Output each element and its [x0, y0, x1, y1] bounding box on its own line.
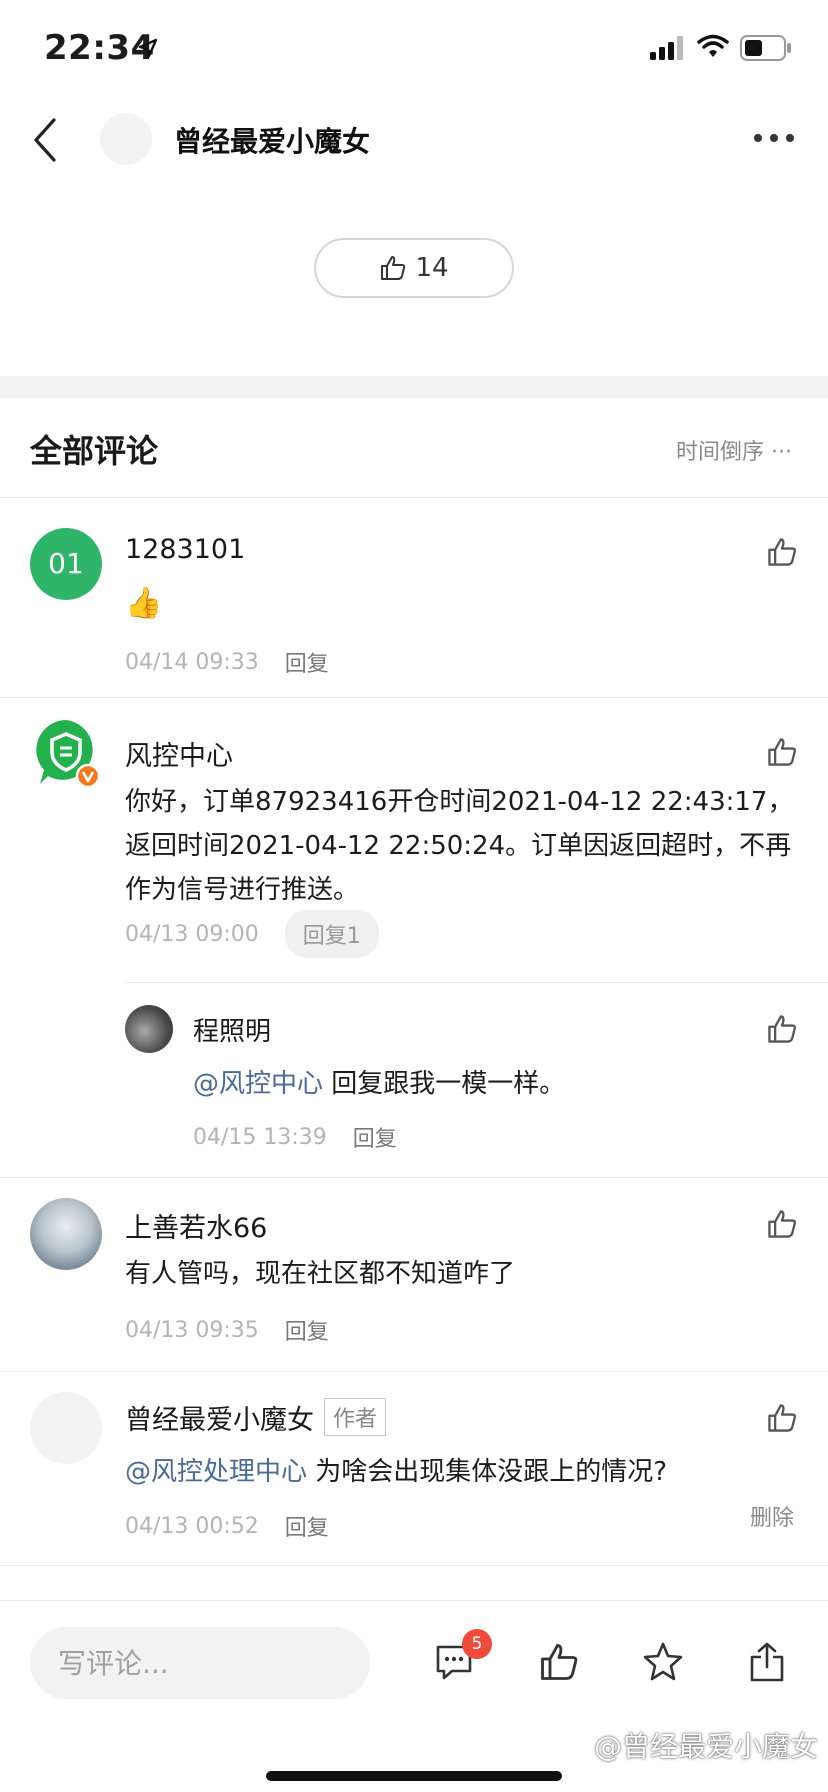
comment-text: @风控中心 回复跟我一模一样。 [193, 1063, 565, 1100]
like-icon[interactable] [538, 1641, 580, 1683]
sort-order-button[interactable]: 时间倒序 ··· [676, 434, 792, 466]
post-like-count: 14 [415, 253, 449, 283]
wifi-icon [697, 34, 729, 57]
comment-time: 04/13 09:35 [125, 1317, 259, 1343]
sub-reply: 程照明 @风控中心 回复跟我一模一样。 04/15 13:39 回复 [125, 982, 828, 1178]
comment-item: 01 1283101 👍 04/14 09:33 回复 [0, 498, 828, 698]
comment-author-name[interactable]: 曾经最爱小魔女 [125, 1405, 314, 1436]
comment-author[interactable]: 程照明 [193, 1011, 271, 1048]
comment-text: 有人管吗，现在社区都不知道咋了 [125, 1259, 516, 1289]
nav-title[interactable]: 曾经最爱小魔女 [174, 120, 370, 160]
author-badge: 作者 [324, 1398, 387, 1436]
delete-button[interactable]: 删除 [750, 1500, 794, 1532]
comment-time: 04/14 09:33 [125, 649, 259, 675]
mention-link[interactable]: @风控处理中心 [125, 1457, 307, 1487]
comment-time: 04/13 09:00 [125, 921, 259, 947]
comment-input[interactable] [30, 1627, 370, 1699]
comment-author[interactable]: 风控中心 [125, 734, 233, 773]
section-divider [0, 376, 828, 398]
cellular-signal-icon [650, 36, 683, 60]
comments-header: 全部评论 时间倒序 ··· [0, 398, 828, 498]
reply-button[interactable]: 回复 [285, 1314, 329, 1346]
comment-time: 04/15 13:39 [193, 1124, 327, 1150]
comment-author[interactable]: 1283101 [125, 534, 245, 565]
reply-button[interactable]: 回复 [285, 1510, 329, 1542]
post-like-button[interactable]: 14 [314, 238, 514, 298]
comment-item: 曾经最爱小魔女 作者 @风控处理中心 为啥会出现集体没跟上的情况? 04/13 0… [0, 1372, 828, 1566]
comment-count-badge: 5 [462, 1629, 492, 1659]
comment-text: 你好，订单87923416开仓时间2021-04-12 22:43:17，返回时… [125, 787, 794, 905]
comment-meta: 04/13 00:52 回复 [125, 1510, 329, 1542]
user-avatar[interactable] [30, 1392, 102, 1464]
comment-like-icon[interactable] [766, 736, 798, 768]
user-avatar[interactable] [30, 1198, 102, 1270]
comment-meta: 04/14 09:33 回复 [125, 646, 329, 678]
status-bar: 22:34 [0, 0, 828, 100]
comment-item: 上善若水66 有人管吗，现在社区都不知道咋了 04/13 09:35 回复 [0, 1178, 828, 1372]
comment-author[interactable]: 上善若水66 [125, 1206, 267, 1245]
comment-time: 04/13 00:52 [125, 1513, 259, 1539]
comment-like-icon[interactable] [766, 1208, 798, 1240]
bottom-action-bar: 5 @曾经最爱小魔女 [0, 1600, 828, 1792]
shield-logo-icon [36, 720, 101, 789]
reply-text: 为啥会出现集体没跟上的情况? [307, 1457, 668, 1487]
user-avatar[interactable] [125, 1005, 173, 1053]
thumbs-up-icon [381, 256, 406, 280]
comment-meta: 04/15 13:39 回复 [193, 1121, 397, 1153]
comment-author: 曾经最爱小魔女 作者 [125, 1398, 387, 1437]
home-indicator [266, 1771, 562, 1781]
battery-icon [740, 35, 791, 61]
comment-like-icon[interactable] [766, 1013, 798, 1045]
comment-meta: 04/13 09:00 回复1 [125, 910, 379, 958]
comment-like-icon[interactable] [766, 1402, 798, 1434]
location-arrow-icon [138, 38, 158, 58]
comment-text: @风控处理中心 为啥会出现集体没跟上的情况? [125, 1450, 798, 1494]
reply-button[interactable]: 回复 [285, 646, 329, 678]
more-options-icon[interactable] [752, 132, 796, 144]
author-avatar[interactable] [100, 113, 152, 165]
reply-text: 回复跟我一模一样。 [323, 1069, 566, 1099]
view-replies-button[interactable]: 回复1 [284, 910, 379, 958]
reply-button[interactable]: 回复 [353, 1121, 397, 1153]
user-avatar[interactable]: 01 [30, 528, 102, 600]
comment-like-icon[interactable] [766, 536, 798, 568]
watermark: @曾经最爱小魔女 [593, 1730, 818, 1763]
comment-text: 👍 [125, 586, 163, 621]
back-chevron-icon[interactable] [30, 116, 60, 164]
comment-item: 风控中心 你好，订单87923416开仓时间2021-04-12 22:43:1… [0, 698, 828, 1178]
mention-link[interactable]: @风控中心 [193, 1069, 323, 1099]
share-icon[interactable] [748, 1641, 786, 1683]
nav-bar: 曾经最爱小魔女 [0, 100, 828, 180]
favorite-star-icon[interactable] [642, 1641, 684, 1683]
comments-title: 全部评论 [30, 432, 159, 470]
user-avatar[interactable] [30, 718, 102, 790]
comment-meta: 04/13 09:35 回复 [125, 1314, 329, 1346]
